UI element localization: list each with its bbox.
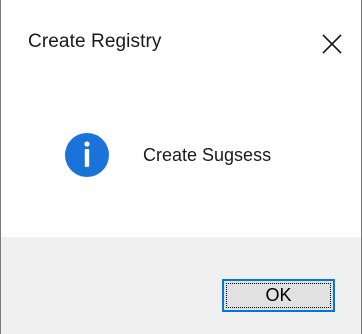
close-icon [322,34,342,54]
dialog-title: Create Registry [28,31,162,52]
close-button[interactable] [303,12,361,76]
dialog-content: Create Sugsess [1,88,361,237]
message-box-dialog: Create Registry Create Sugsess OK [0,0,362,334]
ok-button-label: OK [265,285,292,305]
message-text: Create Sugsess [143,145,272,165]
ok-button[interactable]: OK [222,279,335,312]
info-icon [64,132,110,178]
title-bar: Create Registry [1,0,361,88]
button-bar: OK [1,237,361,334]
